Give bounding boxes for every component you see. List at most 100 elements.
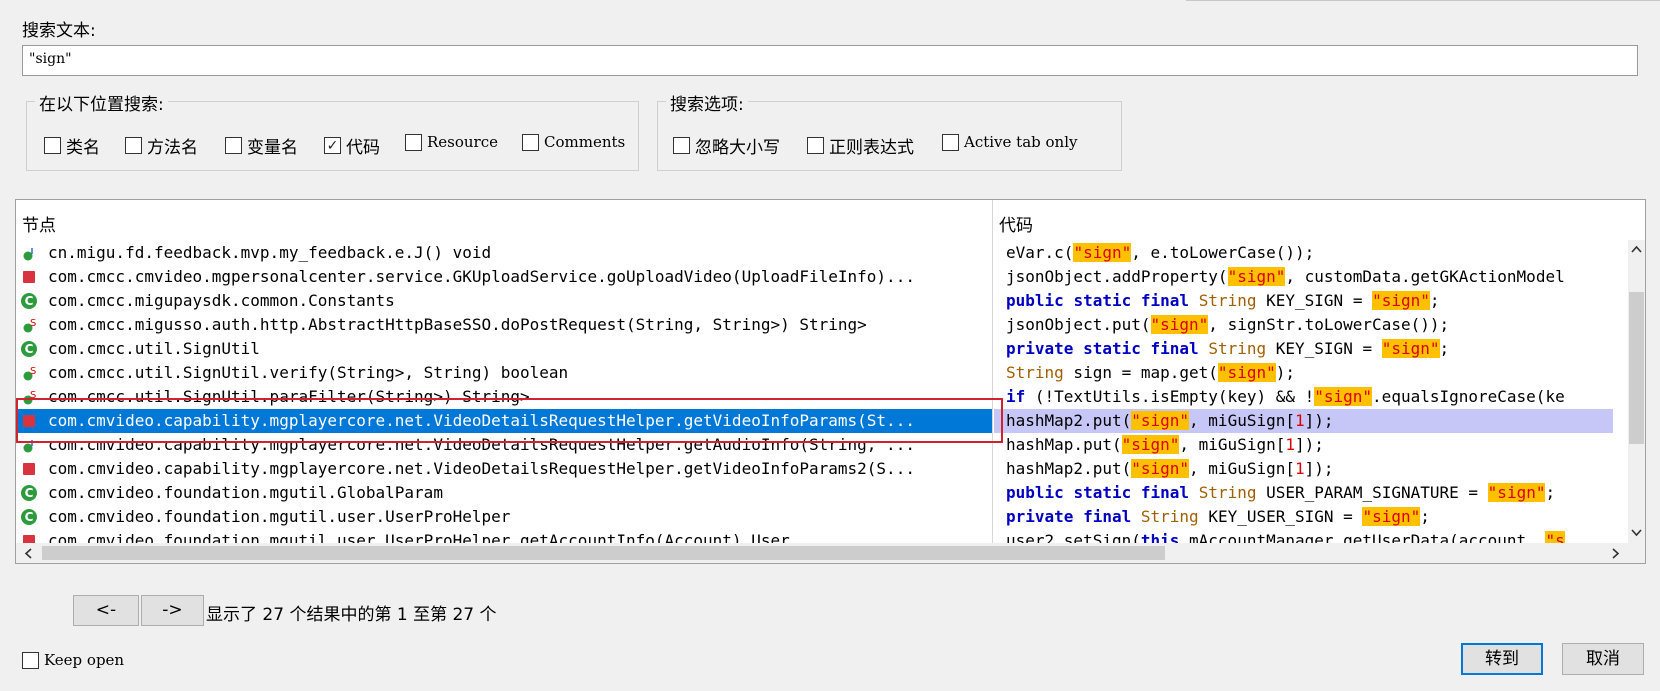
scroll-right-icon[interactable]: [1611, 548, 1621, 559]
search-text-label: 搜索文本:: [22, 21, 96, 41]
horizontal-scroll-thumb[interactable]: [42, 546, 1165, 560]
node-text: com.cmvideo.capability.mgplayercore.net.…: [48, 411, 915, 430]
goto-button[interactable]: 转到: [1461, 643, 1543, 675]
class-icon: C: [21, 485, 37, 501]
keep-open-label: Keep open: [44, 651, 125, 669]
location-checkbox-label: 变量名: [247, 138, 298, 158]
code-column: eVar.c("sign", e.toLowerCase()); jsonObje…: [994, 240, 1613, 553]
location-checkbox-box[interactable]: [405, 133, 422, 151]
code-row[interactable]: public static final String USER_PARAM_SI…: [994, 481, 1613, 505]
node-text: com.cmvideo.foundation.mgutil.GlobalPara…: [48, 483, 443, 502]
class-icon: C: [21, 509, 37, 525]
table-row[interactable]: cn.migu.fd.feedback.mvp.my_feedback.e.J(…: [16, 241, 992, 265]
location-checkbox-4[interactable]: Resource: [405, 133, 498, 151]
column-header-code[interactable]: 代码: [993, 200, 1629, 240]
node-text: com.cmvideo.capability.mgplayercore.net.…: [48, 459, 915, 478]
code-row[interactable]: String sign = map.get("sign");: [994, 361, 1613, 385]
option-checkbox-box[interactable]: [942, 133, 959, 151]
location-checkbox-label: 代码: [346, 138, 380, 158]
svg-text:S: S: [30, 366, 36, 377]
table-row[interactable]: com.cmcc.cmvideo.mgpersonalcenter.servic…: [16, 265, 992, 289]
location-checkbox-box[interactable]: [125, 137, 142, 154]
prev-page-button[interactable]: <-: [73, 595, 139, 626]
code-row[interactable]: public static final String KEY_SIGN = "s…: [994, 289, 1613, 313]
code-row[interactable]: hashMap.put("sign", miGuSign[1]);: [994, 433, 1613, 457]
vertical-scroll-thumb[interactable]: [1629, 292, 1644, 444]
location-checkbox-3[interactable]: ✓ 代码: [324, 133, 380, 158]
table-row[interactable]: Ccom.cmcc.util.SignUtil: [16, 337, 992, 361]
code-row[interactable]: private static final String KEY_SIGN = "…: [994, 337, 1613, 361]
horizontal-scrollbar[interactable]: [16, 543, 1645, 563]
code-row[interactable]: jsonObject.put("sign", signStr.toLowerCa…: [994, 313, 1613, 337]
location-checkbox-0[interactable]: 类名: [44, 133, 100, 158]
column-header-node[interactable]: 节点: [16, 200, 993, 240]
vertical-scrollbar[interactable]: [1628, 240, 1645, 553]
code-row[interactable]: hashMap2.put("sign", miGuSign[1]);: [994, 457, 1613, 481]
location-checkbox-2[interactable]: 变量名: [225, 133, 298, 158]
static-method-icon: S: [21, 317, 37, 333]
method-green-icon: [21, 245, 37, 261]
table-row[interactable]: com.cmvideo.capability.mgplayercore.net.…: [16, 433, 992, 457]
table-row[interactable]: Ccom.cmvideo.foundation.mgutil.GlobalPar…: [16, 481, 992, 505]
search-options-title: 搜索选项:: [666, 90, 748, 115]
option-checkbox-0[interactable]: 忽略大小写: [673, 133, 780, 158]
top-divider: [1186, 0, 1660, 1]
node-text: com.cmcc.util.SignUtil.verify(String>, S…: [48, 363, 569, 382]
option-checkbox-label: Active tab only: [964, 133, 1078, 151]
location-checkbox-label: Resource: [427, 133, 499, 151]
code-row[interactable]: hashMap2.put("sign", miGuSign[1]);: [994, 409, 1613, 433]
cancel-button[interactable]: 取消: [1562, 643, 1644, 675]
node-column: cn.migu.fd.feedback.mvp.my_feedback.e.J(…: [16, 240, 993, 553]
code-row[interactable]: private final String KEY_USER_SIGN = "si…: [994, 505, 1613, 529]
svg-text:S: S: [30, 390, 36, 401]
table-row[interactable]: Scom.cmcc.migusso.auth.http.AbstractHttp…: [16, 313, 992, 337]
table-row[interactable]: com.cmvideo.capability.mgplayercore.net.…: [16, 457, 992, 481]
table-row[interactable]: com.cmvideo.capability.mgplayercore.net.…: [16, 409, 992, 433]
option-checkbox-box[interactable]: [807, 137, 824, 154]
location-checkbox-label: Comments: [544, 133, 626, 151]
search-input[interactable]: "sign": [22, 45, 1638, 76]
next-page-button[interactable]: ->: [141, 595, 204, 626]
code-row[interactable]: eVar.c("sign", e.toLowerCase());: [994, 241, 1613, 265]
location-checkbox-label: 方法名: [147, 138, 198, 158]
option-checkbox-label: 忽略大小写: [695, 138, 780, 158]
node-text: cn.migu.fd.feedback.mvp.my_feedback.e.J(…: [48, 243, 492, 262]
method-green-icon: [21, 437, 37, 453]
option-checkbox-2[interactable]: Active tab only: [942, 133, 1077, 151]
node-text: com.cmcc.migusso.auth.http.AbstractHttpB…: [48, 315, 867, 334]
location-checkbox-box[interactable]: [44, 137, 61, 154]
class-icon: C: [21, 341, 37, 357]
location-checkbox-box[interactable]: [225, 137, 242, 154]
option-checkbox-box[interactable]: [673, 137, 690, 154]
option-checkbox-1[interactable]: 正则表达式: [807, 133, 914, 158]
location-checkbox-label: 类名: [66, 138, 100, 158]
keep-open-checkbox[interactable]: Keep open: [22, 651, 124, 669]
static-method-icon: S: [21, 389, 37, 405]
node-text: com.cmvideo.capability.mgplayercore.net.…: [48, 435, 915, 454]
table-row[interactable]: Scom.cmcc.util.SignUtil.paraFilter(Strin…: [16, 385, 992, 409]
search-location-title: 在以下位置搜索:: [35, 90, 168, 115]
option-checkbox-label: 正则表达式: [829, 138, 914, 158]
scroll-left-icon[interactable]: [23, 548, 33, 559]
code-row[interactable]: jsonObject.addProperty("sign", customDat…: [994, 265, 1613, 289]
method-red-icon: [21, 269, 37, 285]
method-red-icon: [21, 461, 37, 477]
location-checkbox-box[interactable]: [522, 133, 539, 151]
method-red-icon: [21, 413, 37, 429]
result-count-status: 显示了 27 个结果中的第 1 至第 27 个: [206, 605, 497, 625]
location-checkbox-box[interactable]: ✓: [324, 137, 341, 154]
location-checkbox-5[interactable]: Comments: [522, 133, 625, 151]
static-method-icon: S: [21, 365, 37, 381]
svg-text:S: S: [30, 318, 36, 329]
table-row[interactable]: Scom.cmcc.util.SignUtil.verify(String>, …: [16, 361, 992, 385]
scroll-up-icon[interactable]: [1631, 244, 1642, 254]
keep-open-box[interactable]: [22, 651, 39, 669]
table-row[interactable]: Ccom.cmvideo.foundation.mgutil.user.User…: [16, 505, 992, 529]
code-row[interactable]: if (!TextUtils.isEmpty(key) && !"sign".e…: [994, 385, 1613, 409]
scroll-down-icon[interactable]: [1631, 528, 1642, 538]
node-text: com.cmcc.cmvideo.mgpersonalcenter.servic…: [48, 267, 915, 286]
table-row[interactable]: Ccom.cmcc.migupaysdk.common.Constants: [16, 289, 992, 313]
node-text: com.cmvideo.foundation.mgutil.user.UserP…: [48, 507, 511, 526]
location-checkbox-1[interactable]: 方法名: [125, 133, 198, 158]
node-text: com.cmcc.util.SignUtil: [48, 339, 260, 358]
